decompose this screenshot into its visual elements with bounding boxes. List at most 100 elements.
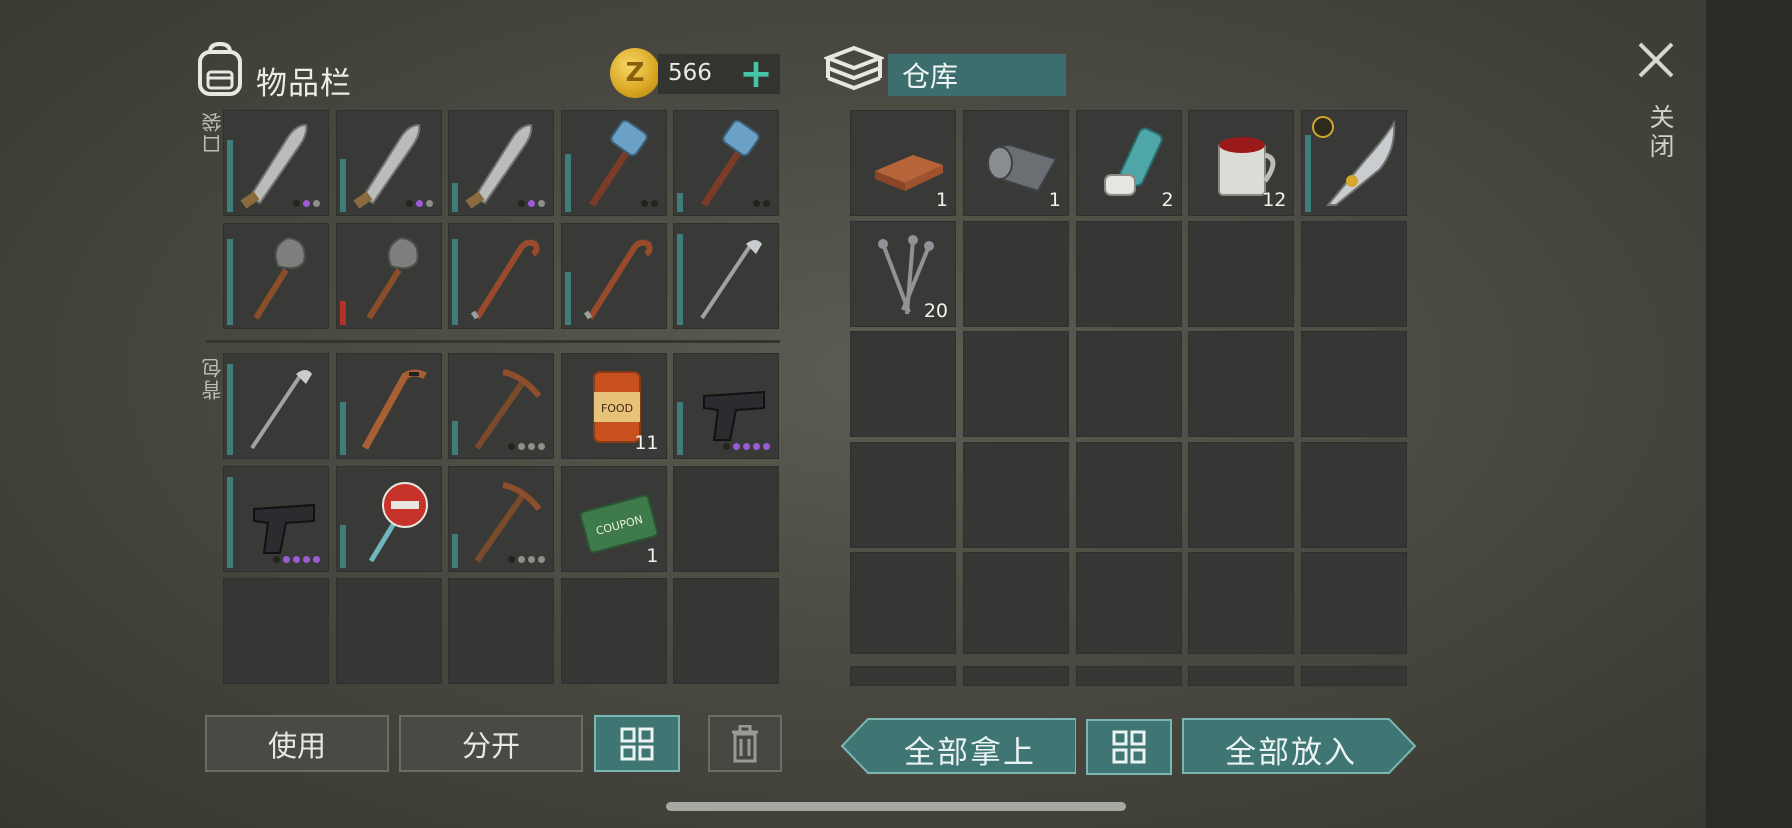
quality-dots (293, 200, 320, 207)
item-slot-pickaxe[interactable] (448, 465, 554, 572)
empty-slot[interactable] (1188, 441, 1295, 548)
quality-dot (640, 200, 648, 207)
item-slot-canned-food[interactable]: FOOD 11 (560, 353, 667, 459)
backpack-icon (194, 41, 246, 102)
empty-slot[interactable] (962, 220, 1069, 327)
empty-slot[interactable] (1188, 666, 1295, 686)
item-slot-pickaxe[interactable] (448, 353, 554, 459)
item-slot-machete[interactable] (448, 110, 554, 216)
use-button[interactable]: 使用 (205, 715, 389, 772)
item-slot-golf-club[interactable] (223, 353, 329, 459)
item-slot-machete[interactable] (335, 110, 442, 216)
take-all-button[interactable]: 全部拿上 (840, 717, 1076, 775)
empty-slot[interactable] (1188, 552, 1295, 654)
quality-dot (528, 443, 535, 450)
item-slot-shovel[interactable] (223, 222, 329, 329)
storage-icon (822, 44, 886, 100)
quality-dot (538, 555, 545, 563)
svg-text:FOOD: FOOD (600, 402, 632, 415)
item-slot-golf-club[interactable] (673, 222, 779, 329)
empty-slot[interactable] (1301, 220, 1408, 327)
item-quantity: 11 (634, 432, 659, 454)
quality-dot (733, 443, 740, 450)
empty-slot[interactable] (1188, 331, 1295, 437)
item-slot-crowbar[interactable] (560, 222, 667, 329)
grid-icon (620, 727, 654, 760)
empty-slot[interactable] (1075, 666, 1182, 686)
empty-slot[interactable] (962, 441, 1069, 548)
item-slot-tarp-roll[interactable]: 1 (962, 110, 1069, 216)
item-slot-ornate-blade[interactable] (1301, 110, 1408, 216)
item-slot-pistol[interactable] (673, 353, 779, 459)
durability-bar (677, 402, 683, 455)
item-slot-copper-ingot[interactable]: 1 (850, 110, 956, 216)
empty-slot[interactable] (673, 578, 779, 684)
empty-slot[interactable] (673, 465, 779, 572)
empty-slot[interactable] (850, 441, 956, 548)
empty-slot[interactable] (1075, 441, 1182, 548)
empty-slot[interactable] (1075, 331, 1182, 437)
item-slot-sledgehammer[interactable] (560, 110, 667, 216)
use-button-label: 使用 (267, 728, 326, 763)
empty-slot[interactable] (1301, 552, 1408, 654)
item-slot-stop-sign[interactable] (335, 465, 442, 572)
quality-dot (518, 443, 525, 450)
trash-button[interactable] (708, 715, 782, 772)
item-slot-nails[interactable]: 20 (850, 220, 956, 327)
quality-dots (273, 555, 320, 563)
quality-dot (415, 200, 423, 207)
item-slot-inhaler[interactable]: 2 (1075, 110, 1182, 216)
item-slot-ration-coupon[interactable]: COUPON 1 (560, 465, 667, 572)
section-divider (206, 340, 780, 343)
coin-icon: Z (610, 48, 660, 98)
sort-button[interactable] (594, 715, 680, 772)
storage-title: 仓库 (902, 60, 959, 93)
empty-slot[interactable] (850, 552, 956, 654)
item-quantity: 1 (646, 544, 659, 567)
quality-dot (650, 200, 658, 207)
coin-symbol: Z (625, 58, 645, 88)
empty-slot[interactable] (850, 331, 956, 437)
item-slot-mug[interactable]: 12 (1188, 110, 1295, 216)
empty-slot[interactable] (1301, 441, 1408, 548)
empty-slot[interactable] (1188, 220, 1295, 327)
durability-bar (564, 154, 571, 212)
empty-slot[interactable] (1075, 220, 1182, 327)
split-button[interactable]: 分开 (399, 715, 583, 772)
item-slot-shovel[interactable] (335, 222, 442, 329)
quality-dot (753, 200, 760, 207)
empty-slot[interactable] (850, 666, 956, 686)
empty-slot[interactable] (1075, 552, 1182, 654)
empty-slot[interactable] (1301, 666, 1408, 686)
empty-slot[interactable] (448, 578, 554, 684)
item-slot-pistol[interactable] (223, 465, 329, 572)
quality-dot (293, 555, 300, 563)
empty-slot[interactable] (962, 331, 1069, 437)
empty-slot[interactable] (962, 552, 1069, 654)
coin-amount: 566 (668, 60, 712, 86)
empty-slot[interactable] (335, 578, 442, 684)
quality-dot (303, 555, 310, 563)
split-button-label: 分开 (461, 728, 520, 763)
durability-bar (227, 140, 233, 212)
empty-slot[interactable] (1301, 331, 1408, 437)
item-quantity: 1 (1048, 189, 1061, 211)
item-slot-hockey-stick[interactable] (335, 353, 442, 459)
home-indicator[interactable] (666, 802, 1126, 811)
item-slot-sledgehammer[interactable] (673, 110, 779, 216)
empty-slot[interactable] (560, 578, 667, 684)
storage-sort-button[interactable] (1086, 719, 1172, 775)
item-slot-machete[interactable] (223, 110, 329, 216)
item-quantity: 20 (923, 299, 948, 322)
empty-slot[interactable] (962, 666, 1069, 686)
quality-dot (313, 200, 320, 207)
empty-slot[interactable] (223, 578, 329, 684)
item-quantity: 2 (1161, 189, 1174, 211)
add-coins-button[interactable]: + (738, 54, 774, 94)
put-all-button[interactable]: 全部放入 (1181, 717, 1417, 775)
quality-dot (538, 200, 545, 207)
quality-dot (303, 200, 310, 207)
item-slot-crowbar[interactable] (448, 222, 554, 329)
close-button[interactable] (1634, 38, 1678, 82)
quality-dot (518, 555, 525, 563)
